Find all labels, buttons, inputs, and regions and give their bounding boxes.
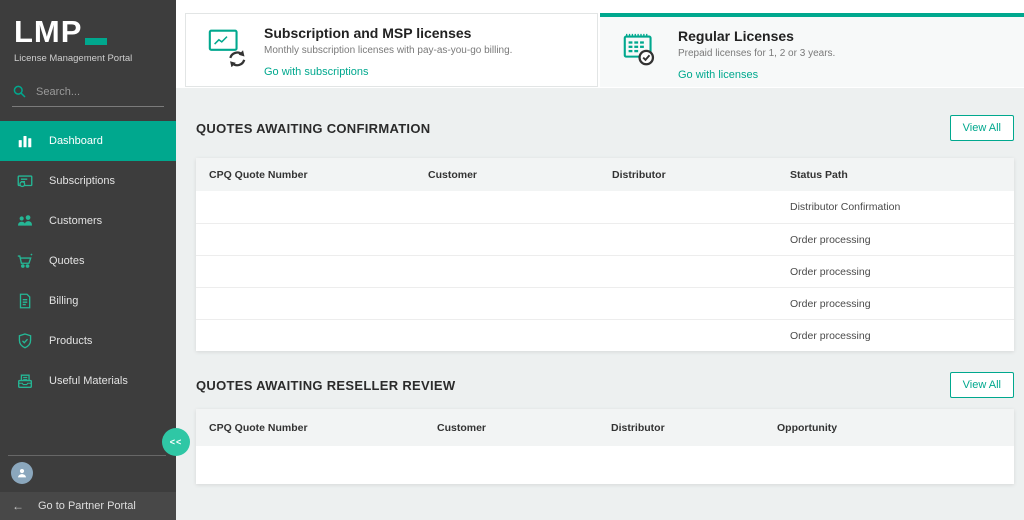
sidebar-item-label: Customers	[49, 215, 102, 227]
column-header-status-path: Status Path	[777, 169, 1014, 181]
user-icon	[15, 466, 29, 480]
tab-description: Prepaid licenses for 1, 2 or 3 years.	[678, 48, 835, 59]
logo-text: LMP	[14, 16, 82, 47]
license-type-tabs: Subscription and MSP licenses Monthly su…	[176, 0, 1024, 88]
back-arrow-icon: ←	[12, 499, 24, 513]
search-icon	[12, 84, 27, 99]
logo[interactable]: LMP License Management Portal	[0, 0, 176, 64]
sidebar-item-products[interactable]: Products	[0, 321, 176, 361]
tab-description: Monthly subscription licenses with pay-a…	[264, 45, 512, 56]
column-header-customer: Customer	[424, 422, 598, 434]
column-header-distributor: Distributor	[598, 422, 764, 434]
table-cell-status: Order processing	[777, 330, 1014, 342]
document-icon	[15, 292, 34, 311]
sidebar-item-label: Billing	[49, 295, 78, 307]
tab-subscription-msp[interactable]: Subscription and MSP licenses Monthly su…	[185, 13, 598, 87]
tab-regular-licenses[interactable]: Regular Licenses Prepaid licenses for 1,…	[600, 13, 1024, 87]
table-header-row: CPQ Quote Number Customer Distributor St…	[196, 158, 1014, 191]
table-cell-status: Order processing	[777, 298, 1014, 310]
table-row[interactable]: Distributor Confirmation	[196, 191, 1014, 223]
table-row[interactable]: Order processing	[196, 287, 1014, 319]
column-header-cpq: CPQ Quote Number	[196, 169, 415, 181]
main-content: QUOTES AWAITING CONFIRMATION View All CP…	[176, 88, 1024, 520]
column-header-distributor: Distributor	[599, 169, 777, 181]
table-cell-status: Distributor Confirmation	[777, 201, 1014, 213]
people-icon	[15, 212, 34, 231]
shield-check-icon	[15, 332, 34, 351]
column-header-cpq: CPQ Quote Number	[196, 422, 424, 434]
license-card-icon	[15, 172, 34, 191]
table-row[interactable]: Order processing	[196, 319, 1014, 351]
search-input[interactable]	[36, 86, 151, 98]
section-title-reseller-review: QUOTES AWAITING RESELLER REVIEW	[196, 378, 455, 393]
go-with-licenses-link[interactable]: Go with licenses	[678, 69, 758, 81]
tab-title: Subscription and MSP licenses	[264, 25, 512, 41]
logo-underscore-mark	[85, 38, 107, 45]
go-to-partner-portal[interactable]: ← Go to Partner Portal	[0, 492, 176, 520]
tab-title: Regular Licenses	[678, 28, 835, 44]
sidebar-item-label: Quotes	[49, 255, 84, 267]
calendar-check-icon	[620, 28, 662, 70]
quotes-confirmation-table: CPQ Quote Number Customer Distributor St…	[196, 158, 1014, 351]
section-title-confirmation: QUOTES AWAITING CONFIRMATION	[196, 121, 430, 136]
bar-chart-icon	[15, 132, 34, 151]
view-all-button-confirmation[interactable]: View All	[950, 115, 1014, 141]
sidebar: LMP License Management Portal Dashboard	[0, 0, 176, 520]
archive-box-icon	[15, 372, 34, 391]
table-row[interactable]	[196, 446, 1014, 484]
quotes-awaiting-reseller-review-section: QUOTES AWAITING RESELLER REVIEW View All…	[196, 371, 1014, 484]
table-row[interactable]: Order processing	[196, 223, 1014, 255]
column-header-customer: Customer	[415, 169, 599, 181]
logo-subtitle: License Management Portal	[14, 53, 162, 64]
go-with-subscriptions-link[interactable]: Go with subscriptions	[264, 66, 369, 78]
table-row[interactable]: Order processing	[196, 255, 1014, 287]
avatar[interactable]	[11, 462, 33, 484]
sidebar-item-customers[interactable]: Customers	[0, 201, 176, 241]
table-cell-status: Order processing	[777, 266, 1014, 278]
sidebar-search[interactable]	[12, 84, 164, 107]
sidebar-menu: Dashboard Subscriptions Customers	[0, 121, 176, 401]
table-header-row: CPQ Quote Number Customer Distributor Op…	[196, 409, 1014, 446]
sidebar-item-useful-materials[interactable]: Useful Materials	[0, 361, 176, 401]
quotes-reseller-review-table: CPQ Quote Number Customer Distributor Op…	[196, 409, 1014, 484]
column-header-opportunity: Opportunity	[764, 422, 1014, 434]
quotes-awaiting-confirmation-section: QUOTES AWAITING CONFIRMATION View All CP…	[196, 114, 1014, 351]
sidebar-item-billing[interactable]: Billing	[0, 281, 176, 321]
footer-label: Go to Partner Portal	[38, 500, 136, 512]
subscription-refresh-icon	[206, 25, 248, 67]
sidebar-item-subscriptions[interactable]: Subscriptions	[0, 161, 176, 201]
sidebar-item-label: Products	[49, 335, 92, 347]
view-all-button-reseller-review[interactable]: View All	[950, 372, 1014, 398]
sidebar-item-dashboard[interactable]: Dashboard	[0, 121, 176, 161]
sidebar-item-label: Dashboard	[49, 135, 103, 147]
sidebar-item-quotes[interactable]: Quotes	[0, 241, 176, 281]
sidebar-divider	[8, 455, 166, 456]
cart-icon	[15, 252, 34, 271]
table-cell-status: Order processing	[777, 234, 1014, 246]
sidebar-item-label: Subscriptions	[49, 175, 115, 187]
sidebar-item-label: Useful Materials	[49, 375, 128, 387]
sidebar-collapse-button[interactable]: <<	[162, 428, 190, 456]
